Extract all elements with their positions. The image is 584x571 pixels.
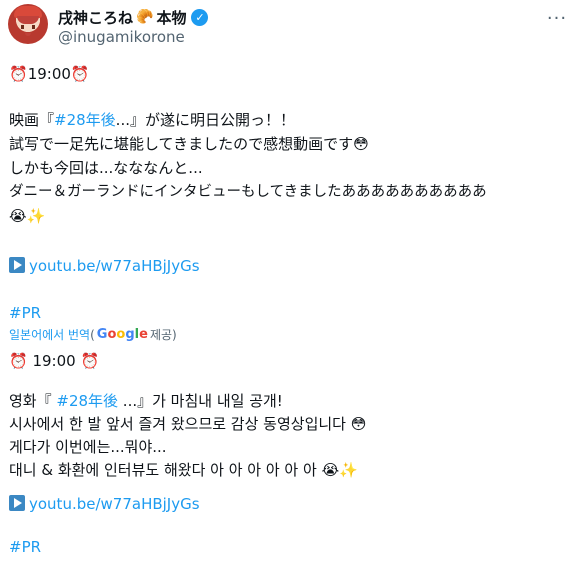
display-name-suffix[interactable]: 本物: [156, 7, 186, 28]
translated-line-3: 게다가 이번에는...뭐야...: [9, 438, 167, 456]
alarm-clock-icon: ⏰: [80, 352, 100, 370]
hashtag-link[interactable]: #28年後: [56, 392, 118, 410]
verified-badge-icon: ✓: [191, 8, 209, 26]
youtube-link[interactable]: youtu.be/w77aHBjJyGs: [29, 257, 200, 275]
flushed-face-icon: 😳: [353, 135, 369, 153]
tweet-line-1: 映画『#28年後...』が遂に明日公開っ！！: [9, 110, 295, 130]
translated-time-line: ⏰ 19:00 ⏰: [9, 351, 99, 371]
pr-hashtag-link[interactable]: #PR: [9, 538, 41, 556]
alarm-clock-icon: ⏰: [9, 65, 28, 83]
line-text: 試写で一足先に堪能してきましたので感想動画です: [9, 135, 354, 153]
avatar-eyes: [21, 25, 35, 29]
line-text: 映画『: [9, 111, 55, 129]
translated-youtube-link-row[interactable]: youtu.be/w77aHBjJyGs: [9, 494, 200, 514]
user-handle[interactable]: @inugamikorone: [58, 28, 185, 46]
tweet-line-5: 😭✨: [9, 206, 45, 226]
time-line: ⏰19:00⏰: [9, 64, 90, 84]
google-letter: g: [125, 327, 135, 342]
translated-line-4: 대니 & 화환에 인터뷰도 해왔다 아 아 아 아 아 아 😭✨: [9, 460, 358, 480]
crying-sparkles-icon: 😭✨: [321, 461, 358, 479]
tweet-line-2: 試写で一足先に堪能してきましたので感想動画です😳: [9, 134, 369, 154]
alarm-clock-icon: ⏰: [70, 65, 90, 83]
crying-sparkles-icon: 😭✨: [9, 207, 46, 225]
provided-label: 제공): [149, 328, 177, 342]
more-options-button[interactable]: ···: [540, 6, 574, 30]
youtube-link[interactable]: youtu.be/w77aHBjJyGs: [29, 495, 200, 513]
alarm-clock-icon: ⏰: [9, 352, 28, 370]
translated-line-1: 영화『 #28年後 ...』가 마침내 내일 공개!: [9, 391, 283, 411]
name-row[interactable]: 戌神ころね 🥐 本物 ✓: [58, 6, 209, 28]
pr-hashtag-link[interactable]: #PR: [9, 304, 41, 322]
tweet-line-3: しかも今回は...なななんと...: [9, 159, 203, 177]
line-text: 영화『: [9, 392, 57, 410]
line-text: ...』가 마침내 내일 공개!: [118, 392, 283, 410]
line-text: 시사에서 한 발 앞서 즐겨 왔으므로 감상 동영상입니다: [9, 415, 351, 433]
avatar[interactable]: [8, 4, 48, 44]
avatar-hair: [17, 16, 39, 24]
google-logo: Google: [97, 327, 148, 342]
translated-line-2: 시사에서 한 발 앞서 즐겨 왔으므로 감상 동영상입니다 😳: [9, 414, 366, 434]
avatar-mouth: [25, 33, 31, 36]
line-text: ...』が遂に明日公開っ！！: [115, 111, 295, 129]
flushed-face-icon: 😳: [350, 415, 367, 433]
time-text: 19:00: [27, 65, 71, 83]
tweet-line-4: ダニー＆ガーランドにインタビューもしてきましたああああああああああ: [9, 184, 487, 200]
translated-pr-hashtag-row: #PR: [9, 537, 41, 557]
hashtag-link[interactable]: #28年後: [54, 111, 116, 129]
time-text: 19:00: [32, 352, 76, 370]
google-letter: o: [116, 327, 126, 342]
tweet-header: 戌神ころね 🥐 本物 ✓ @inugamikorone ···: [0, 0, 584, 56]
google-letter: e: [139, 327, 148, 342]
croissant-icon: 🥐: [136, 9, 154, 25]
display-name[interactable]: 戌神ころね: [58, 7, 133, 28]
play-button-icon: [9, 257, 25, 273]
pr-hashtag-row: #PR: [9, 303, 41, 323]
translated-from-label[interactable]: 일본어에서 번역: [9, 326, 90, 343]
open-paren: (: [90, 327, 95, 342]
line-text: 대니 & 화환에 인터뷰도 해왔다 아 아 아 아 아 아: [9, 461, 322, 479]
translation-bar[interactable]: 일본어에서 번역 ( Google 제공): [9, 326, 177, 343]
play-button-icon: [9, 495, 25, 511]
youtube-link-row[interactable]: youtu.be/w77aHBjJyGs: [9, 256, 200, 276]
google-letter: G: [96, 327, 108, 342]
